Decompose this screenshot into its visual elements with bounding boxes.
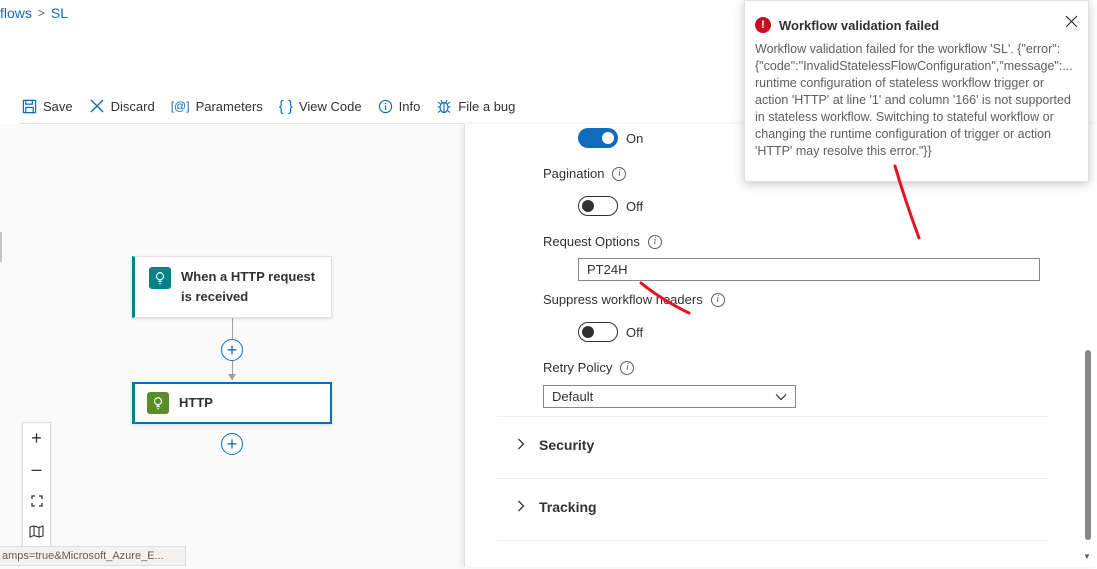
settings-panel: On Pagination i Off Request Options i PT…	[464, 124, 1097, 567]
error-icon: !	[755, 17, 771, 33]
discard-icon	[89, 98, 105, 114]
insert-step-button[interactable]: +	[221, 339, 243, 361]
info-icon[interactable]: i	[647, 234, 662, 249]
view-code-button[interactable]: { } View Code	[279, 98, 362, 115]
retry-policy-select[interactable]: Default	[543, 385, 796, 408]
parameters-label: Parameters	[195, 98, 263, 114]
chevron-right-icon: >	[37, 6, 45, 20]
retry-policy-value: Default	[552, 389, 594, 404]
info-button[interactable]: Info	[378, 98, 421, 114]
save-icon	[22, 99, 37, 114]
info-icon[interactable]: i	[620, 360, 635, 375]
http-action-card[interactable]: HTTP	[132, 382, 332, 424]
fit-view-icon[interactable]	[23, 485, 50, 516]
toast-header: ! Workflow validation failed	[755, 17, 1078, 33]
file-bug-label: File a bug	[458, 98, 516, 114]
breadcrumb-parent-link[interactable]: flows	[0, 5, 32, 21]
chevron-right-icon	[517, 437, 525, 453]
first-toggle-state: On	[626, 130, 644, 146]
bug-icon	[436, 98, 452, 114]
suppress-headers-state: Off	[626, 324, 644, 340]
status-url: amps=true&Microsoft_Azure_E...	[0, 546, 186, 566]
zoom-in-icon[interactable]: +	[23, 423, 50, 454]
suppress-headers-label: Suppress workflow headers i	[543, 292, 725, 307]
pagination-toggle-row: Off	[578, 196, 643, 216]
scrollbar-thumb[interactable]	[1085, 350, 1091, 540]
suppress-headers-label-text: Suppress workflow headers	[543, 292, 703, 307]
chevron-down-icon	[775, 386, 787, 407]
pagination-state: Off	[626, 198, 644, 214]
view-code-label: View Code	[298, 98, 362, 114]
designer-toolbar: Save Discard [@] Parameters { } View Cod…	[22, 94, 515, 118]
minimap-icon[interactable]	[23, 516, 50, 547]
first-toggle-row: On	[578, 128, 643, 148]
retry-policy-label-text: Retry Policy	[543, 360, 613, 375]
toast-message: Workflow validation failed for the workf…	[755, 42, 1073, 158]
security-section-label: Security	[539, 437, 595, 453]
file-bug-button[interactable]: File a bug	[436, 98, 515, 114]
canvas-controls: + –	[22, 422, 51, 548]
info-icon[interactable]: i	[710, 292, 725, 307]
info-icon	[378, 99, 393, 114]
scroll-down-arrow[interactable]: ▼	[1083, 552, 1091, 561]
validation-error-toast: ! Workflow validation failed Workflow va…	[744, 0, 1089, 182]
parameters-icon: [@]	[170, 99, 190, 113]
http-icon	[147, 392, 169, 414]
pagination-label-text: Pagination	[543, 166, 605, 181]
security-section-header[interactable]: Security	[517, 437, 594, 453]
pagination-toggle[interactable]	[578, 196, 618, 216]
request-options-label-text: Request Options	[543, 234, 640, 249]
parameters-button[interactable]: [@] Parameters	[171, 99, 263, 114]
first-toggle[interactable]	[578, 128, 618, 148]
section-divider	[497, 478, 1049, 479]
toast-title: Workflow validation failed	[779, 17, 940, 33]
breadcrumb: flows > SL	[0, 5, 68, 21]
canvas-edge-handle[interactable]	[0, 232, 2, 262]
tracking-section-label: Tracking	[539, 499, 597, 515]
pagination-label: Pagination i	[543, 166, 627, 181]
code-braces-icon: { }	[278, 97, 293, 115]
plus-icon: +	[226, 340, 238, 360]
request-options-timeout-input[interactable]: PT24H	[578, 258, 1040, 281]
request-icon	[149, 267, 171, 289]
zoom-out-icon[interactable]: –	[23, 454, 50, 485]
suppress-headers-toggle[interactable]	[578, 322, 618, 342]
discard-label: Discard	[110, 98, 155, 114]
add-step-button[interactable]: +	[221, 433, 243, 455]
retry-policy-label: Retry Policy i	[543, 360, 635, 375]
plus-icon: +	[226, 434, 238, 454]
section-divider	[497, 416, 1049, 417]
http-action-title: HTTP	[179, 395, 213, 410]
section-divider	[497, 540, 1049, 541]
tracking-section-header[interactable]: Tracking	[517, 499, 597, 515]
info-label: Info	[398, 98, 421, 114]
save-label: Save	[43, 98, 73, 114]
save-button[interactable]: Save	[22, 99, 73, 114]
panel-scrollbar[interactable]: ▼	[1083, 124, 1091, 567]
trigger-card[interactable]: When a HTTP request is received	[132, 256, 332, 318]
connector-arrow	[228, 374, 236, 380]
info-icon[interactable]: i	[612, 166, 627, 181]
breadcrumb-current-link[interactable]: SL	[51, 5, 68, 21]
chevron-right-icon	[517, 499, 525, 515]
close-icon[interactable]	[1065, 15, 1078, 31]
discard-button[interactable]: Discard	[89, 98, 155, 114]
trigger-title: When a HTTP request is received	[181, 269, 316, 304]
suppress-headers-toggle-row: Off	[578, 322, 643, 342]
request-options-label: Request Options i	[543, 234, 662, 249]
